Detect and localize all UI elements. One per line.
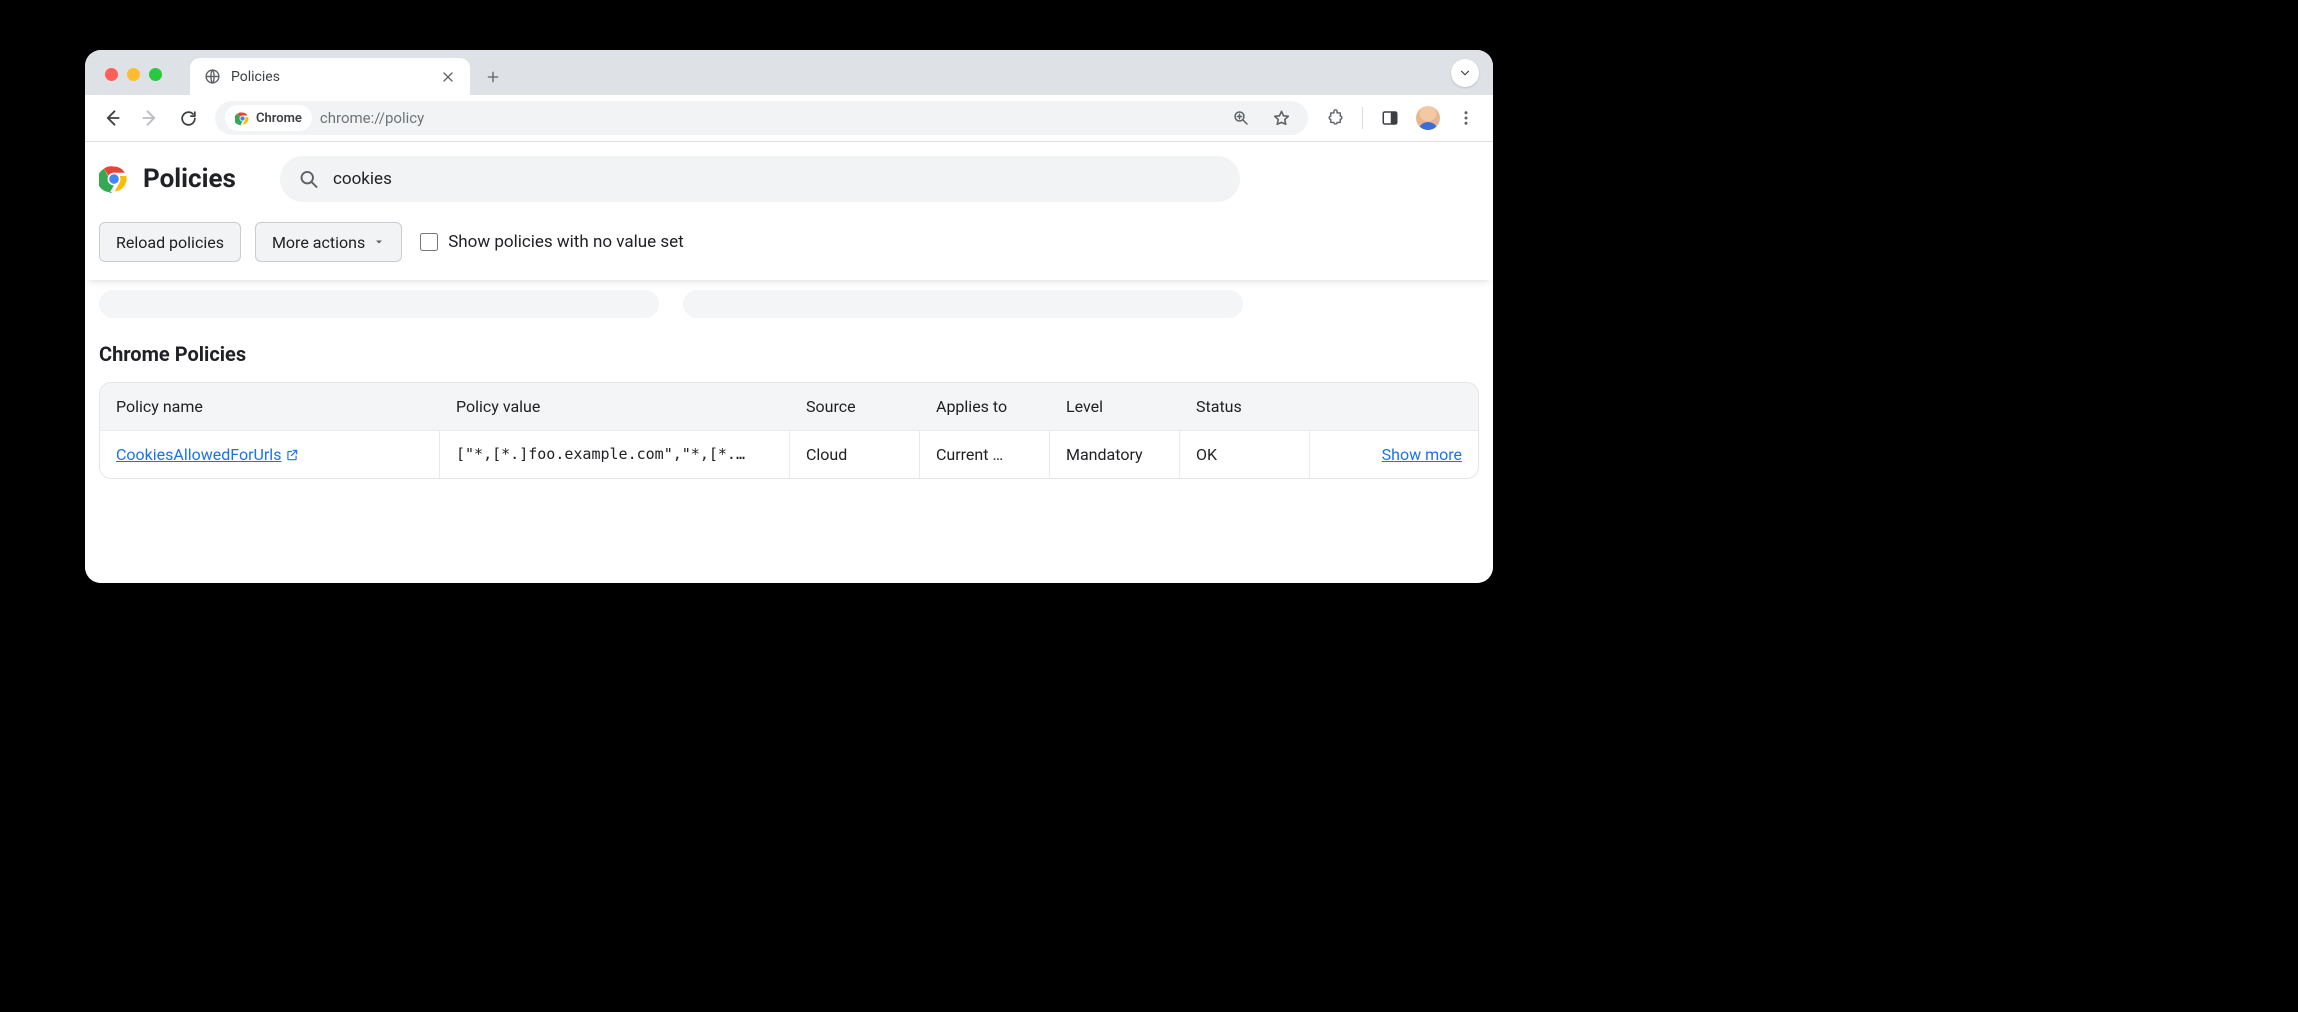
search-icon	[298, 168, 319, 190]
bookmark-button[interactable]	[1264, 101, 1298, 135]
status-card	[683, 290, 1243, 318]
extensions-button[interactable]	[1318, 101, 1352, 135]
avatar-icon	[1416, 106, 1440, 130]
action-row: Reload policies More actions Show polici…	[85, 208, 1493, 280]
reload-policies-button[interactable]: Reload policies	[99, 222, 241, 262]
forward-button[interactable]	[133, 101, 167, 135]
show-no-value-checkbox[interactable]	[420, 233, 438, 251]
back-button[interactable]	[95, 101, 129, 135]
more-actions-label: More actions	[272, 233, 365, 252]
caret-down-icon	[373, 236, 385, 248]
reload-button[interactable]	[171, 101, 205, 135]
chevron-down-icon	[1458, 66, 1472, 80]
titlebar: Policies	[85, 50, 1493, 95]
address-bar[interactable]: Chrome chrome://policy	[215, 101, 1308, 135]
show-no-value-toggle[interactable]: Show policies with no value set	[420, 232, 684, 252]
browser-window: Policies	[85, 50, 1493, 583]
url-text: chrome://policy	[320, 109, 424, 127]
policy-table: Policy name Policy value Source Applies …	[99, 382, 1479, 479]
panel-icon	[1381, 109, 1399, 127]
toolbar-separator	[1362, 107, 1363, 129]
policy-search-box[interactable]	[280, 156, 1240, 202]
page-content: Policies Reload policies More actions Sh…	[85, 142, 1493, 583]
close-tab-icon[interactable]	[440, 69, 456, 85]
cell-level: Mandatory	[1050, 430, 1180, 478]
table-row: CookiesAllowedForUrls ["*,[*.]foo.exampl…	[100, 430, 1478, 478]
external-link-icon	[285, 448, 299, 462]
col-applies-to: Applies to	[920, 383, 1050, 430]
star-icon	[1272, 109, 1291, 128]
policy-search-input[interactable]	[333, 169, 1222, 189]
cell-status: OK	[1180, 430, 1310, 478]
side-panel-button[interactable]	[1373, 101, 1407, 135]
app-menu-button[interactable]	[1449, 101, 1483, 135]
status-card	[99, 290, 659, 318]
puzzle-icon	[1326, 109, 1345, 128]
kebab-icon	[1457, 109, 1475, 127]
cell-policy-value: ["*,[*.]foo.example.com","*,[*.…	[440, 430, 790, 478]
new-tab-button[interactable]	[478, 62, 508, 92]
arrow-right-icon	[140, 108, 160, 128]
col-level: Level	[1050, 383, 1180, 430]
cell-source: Cloud	[790, 430, 920, 478]
cell-actions: Show more	[1310, 430, 1478, 478]
chrome-icon	[235, 111, 250, 126]
site-chip[interactable]: Chrome	[225, 105, 312, 131]
tabs-dropdown-button[interactable]	[1451, 59, 1479, 87]
policy-name-link[interactable]: CookiesAllowedForUrls	[116, 445, 299, 464]
profile-button[interactable]	[1411, 101, 1445, 135]
col-actions	[1310, 383, 1478, 430]
page-title: Policies	[143, 164, 236, 194]
globe-icon	[204, 68, 221, 85]
tab-title: Policies	[231, 69, 280, 85]
col-source: Source	[790, 383, 920, 430]
col-status: Status	[1180, 383, 1310, 430]
table-header-row: Policy name Policy value Source Applies …	[100, 383, 1478, 430]
reload-icon	[179, 109, 198, 128]
show-no-value-label: Show policies with no value set	[448, 232, 684, 252]
cell-policy-name: CookiesAllowedForUrls	[100, 430, 440, 478]
cell-applies-to: Current …	[920, 430, 1050, 478]
site-chip-label: Chrome	[256, 111, 302, 126]
section-title: Chrome Policies	[85, 318, 1493, 376]
close-window-button[interactable]	[105, 68, 118, 81]
more-actions-button[interactable]: More actions	[255, 222, 402, 262]
status-cards-row	[85, 280, 1493, 318]
window-controls	[105, 68, 162, 81]
zoom-button[interactable]	[1224, 101, 1258, 135]
chrome-logo-icon	[99, 164, 129, 194]
col-policy-name: Policy name	[100, 383, 440, 430]
show-more-link[interactable]: Show more	[1382, 445, 1462, 464]
browser-toolbar: Chrome chrome://policy	[85, 95, 1493, 142]
col-policy-value: Policy value	[440, 383, 790, 430]
browser-tab[interactable]: Policies	[190, 58, 470, 95]
page-header: Policies	[85, 142, 1493, 208]
policy-name-text: CookiesAllowedForUrls	[116, 445, 281, 464]
plus-icon	[485, 69, 501, 85]
reload-policies-label: Reload policies	[116, 233, 224, 252]
arrow-left-icon	[102, 108, 122, 128]
minimize-window-button[interactable]	[127, 68, 140, 81]
zoom-icon	[1232, 109, 1250, 127]
maximize-window-button[interactable]	[149, 68, 162, 81]
